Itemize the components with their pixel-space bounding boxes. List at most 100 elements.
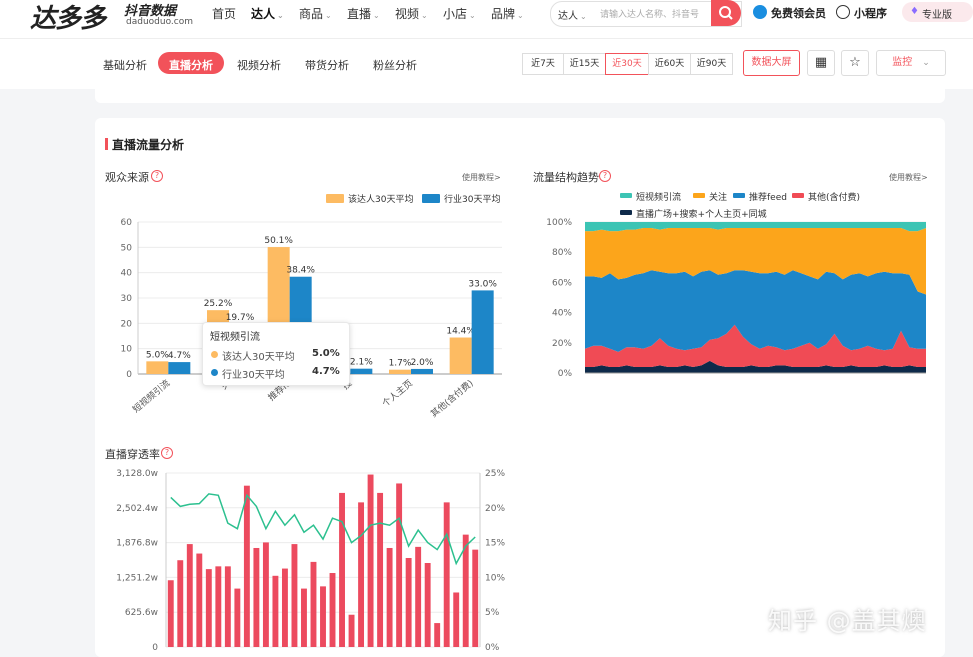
range-90d[interactable]: 近90天 (690, 53, 733, 75)
tab-live[interactable]: 直播分析 (169, 57, 213, 73)
bar (224, 566, 231, 647)
bar (411, 368, 433, 374)
y-tick-label-right: 10% (485, 573, 505, 583)
bar-data-label: 2.0% (411, 358, 434, 368)
bar (301, 588, 307, 647)
nav-item-label: 小店 (443, 7, 468, 21)
y-tick-label-left: 0 (152, 643, 158, 653)
y-tick-label-left: 1,876.8w (116, 539, 158, 549)
favorite-button[interactable]: ☆ (841, 50, 869, 76)
bar (215, 566, 222, 647)
miniprogram-icon (836, 5, 850, 19)
help-icon[interactable]: ? (599, 170, 611, 182)
y-tick-label: 40% (552, 309, 572, 319)
search-icon (719, 6, 733, 20)
bar (443, 502, 450, 647)
nav-item-home[interactable]: 首页 (212, 5, 236, 22)
y-tick-label: 40 (121, 269, 133, 279)
legend-swatch (693, 193, 705, 198)
bar (449, 337, 472, 374)
y-tick-label: 100% (546, 218, 572, 228)
y-tick-label: 20% (552, 339, 572, 349)
nav-item-label: 视频 (395, 7, 420, 21)
range-60d[interactable]: 近60天 (648, 53, 691, 75)
nav-item-label: 品牌 (491, 7, 516, 21)
bar (196, 553, 203, 647)
tutorial-link[interactable]: 使用教程> (462, 172, 501, 183)
tutorial-link[interactable]: 使用教程> (889, 172, 928, 183)
chevron-down-icon: ⌄ (922, 58, 930, 68)
range-7d[interactable]: 近7天 (522, 53, 564, 75)
legend-swatch (733, 193, 745, 198)
brand-logo[interactable]: 达多多 (30, 0, 106, 35)
bar (310, 561, 317, 647)
nav-item-store[interactable]: 小店 ⌄ (443, 5, 476, 22)
tab-video[interactable]: 视频分析 (237, 57, 281, 73)
bar (262, 542, 269, 647)
bar (424, 563, 431, 647)
y-tick-label-left: 2,502.4w (116, 504, 158, 514)
qr-icon: ▦ (814, 55, 828, 70)
x-tick-label: 短视频引流 (130, 377, 172, 415)
chevron-down-icon: ⌄ (580, 12, 587, 21)
legend-label: 其他(含付费) (808, 191, 860, 203)
bar-data-label: 33.0% (468, 279, 497, 289)
tab-fans[interactable]: 粉丝分析 (373, 57, 417, 73)
tab-sales[interactable]: 带货分析 (305, 57, 349, 73)
y-tick-label: 0 (126, 370, 132, 380)
bar (177, 560, 184, 647)
bar (453, 592, 460, 647)
prev-card-bottom (95, 88, 945, 103)
legend-swatch (326, 194, 344, 203)
area-series (585, 270, 926, 352)
y-tick-label-left: 1,251.2w (116, 573, 158, 583)
nav-item-influencer[interactable]: 达人 ⌄ (251, 5, 284, 22)
bar (167, 580, 174, 647)
range-30d[interactable]: 近30天 (605, 53, 649, 75)
nav-item-live[interactable]: 直播 ⌄ (347, 5, 380, 22)
bar (253, 547, 260, 647)
bar (434, 623, 441, 647)
tooltip-row-value: 5.0% (312, 348, 340, 359)
help-icon[interactable]: ? (161, 447, 173, 459)
y-tick-label: 80% (552, 248, 572, 258)
bar (339, 492, 345, 647)
diamond-icon: ♦ (910, 6, 919, 17)
pro-version-label: 专业版 (922, 10, 952, 21)
big-screen-button[interactable]: 数据大屏 (743, 50, 800, 76)
search-input[interactable]: 请输入达人名称、抖音号 (600, 7, 699, 20)
bar-data-label: 14.4% (446, 327, 475, 337)
nav-item-video[interactable]: 视频 ⌄ (395, 5, 428, 22)
miniprogram-link[interactable]: 小程序 (854, 5, 887, 21)
legend-swatch (620, 210, 632, 215)
audience-source-title: 观众来源 (105, 171, 149, 184)
help-icon[interactable]: ? (151, 170, 163, 182)
bar (396, 483, 403, 647)
bar (350, 368, 373, 374)
legend-label: 直播广场+搜索+个人主页+同城 (636, 208, 767, 220)
tooltip-row-value: 4.7% (312, 366, 340, 377)
chevron-down-icon: ⌄ (325, 11, 332, 20)
qr-code-button[interactable]: ▦ (807, 50, 835, 76)
nav-item-brand[interactable]: 品牌 ⌄ (491, 5, 524, 22)
search-scope-select[interactable]: 达人 ⌄ (558, 7, 587, 22)
y-tick-label-left: 625.6w (125, 608, 158, 618)
bar (272, 575, 279, 647)
bar (243, 485, 250, 647)
chevron-down-icon: ⌄ (421, 11, 428, 20)
free-vip-link[interactable]: 免费领会员 (771, 5, 826, 21)
bar-data-label: 2.1% (350, 358, 373, 368)
monitor-button[interactable]: 监控 ⌄ (876, 50, 946, 76)
star-icon: ☆ (849, 55, 861, 70)
bar (291, 544, 298, 647)
bar-data-label: 38.4% (286, 266, 315, 276)
range-15d[interactable]: 近15天 (563, 53, 606, 75)
tab-basic[interactable]: 基础分析 (103, 57, 147, 73)
y-tick-label-right: 0% (485, 643, 500, 653)
bar (146, 361, 169, 374)
bar (367, 474, 374, 647)
bar (386, 547, 393, 647)
search-button[interactable] (711, 0, 741, 26)
bar (348, 614, 355, 647)
nav-item-products[interactable]: 商品 ⌄ (299, 5, 332, 22)
